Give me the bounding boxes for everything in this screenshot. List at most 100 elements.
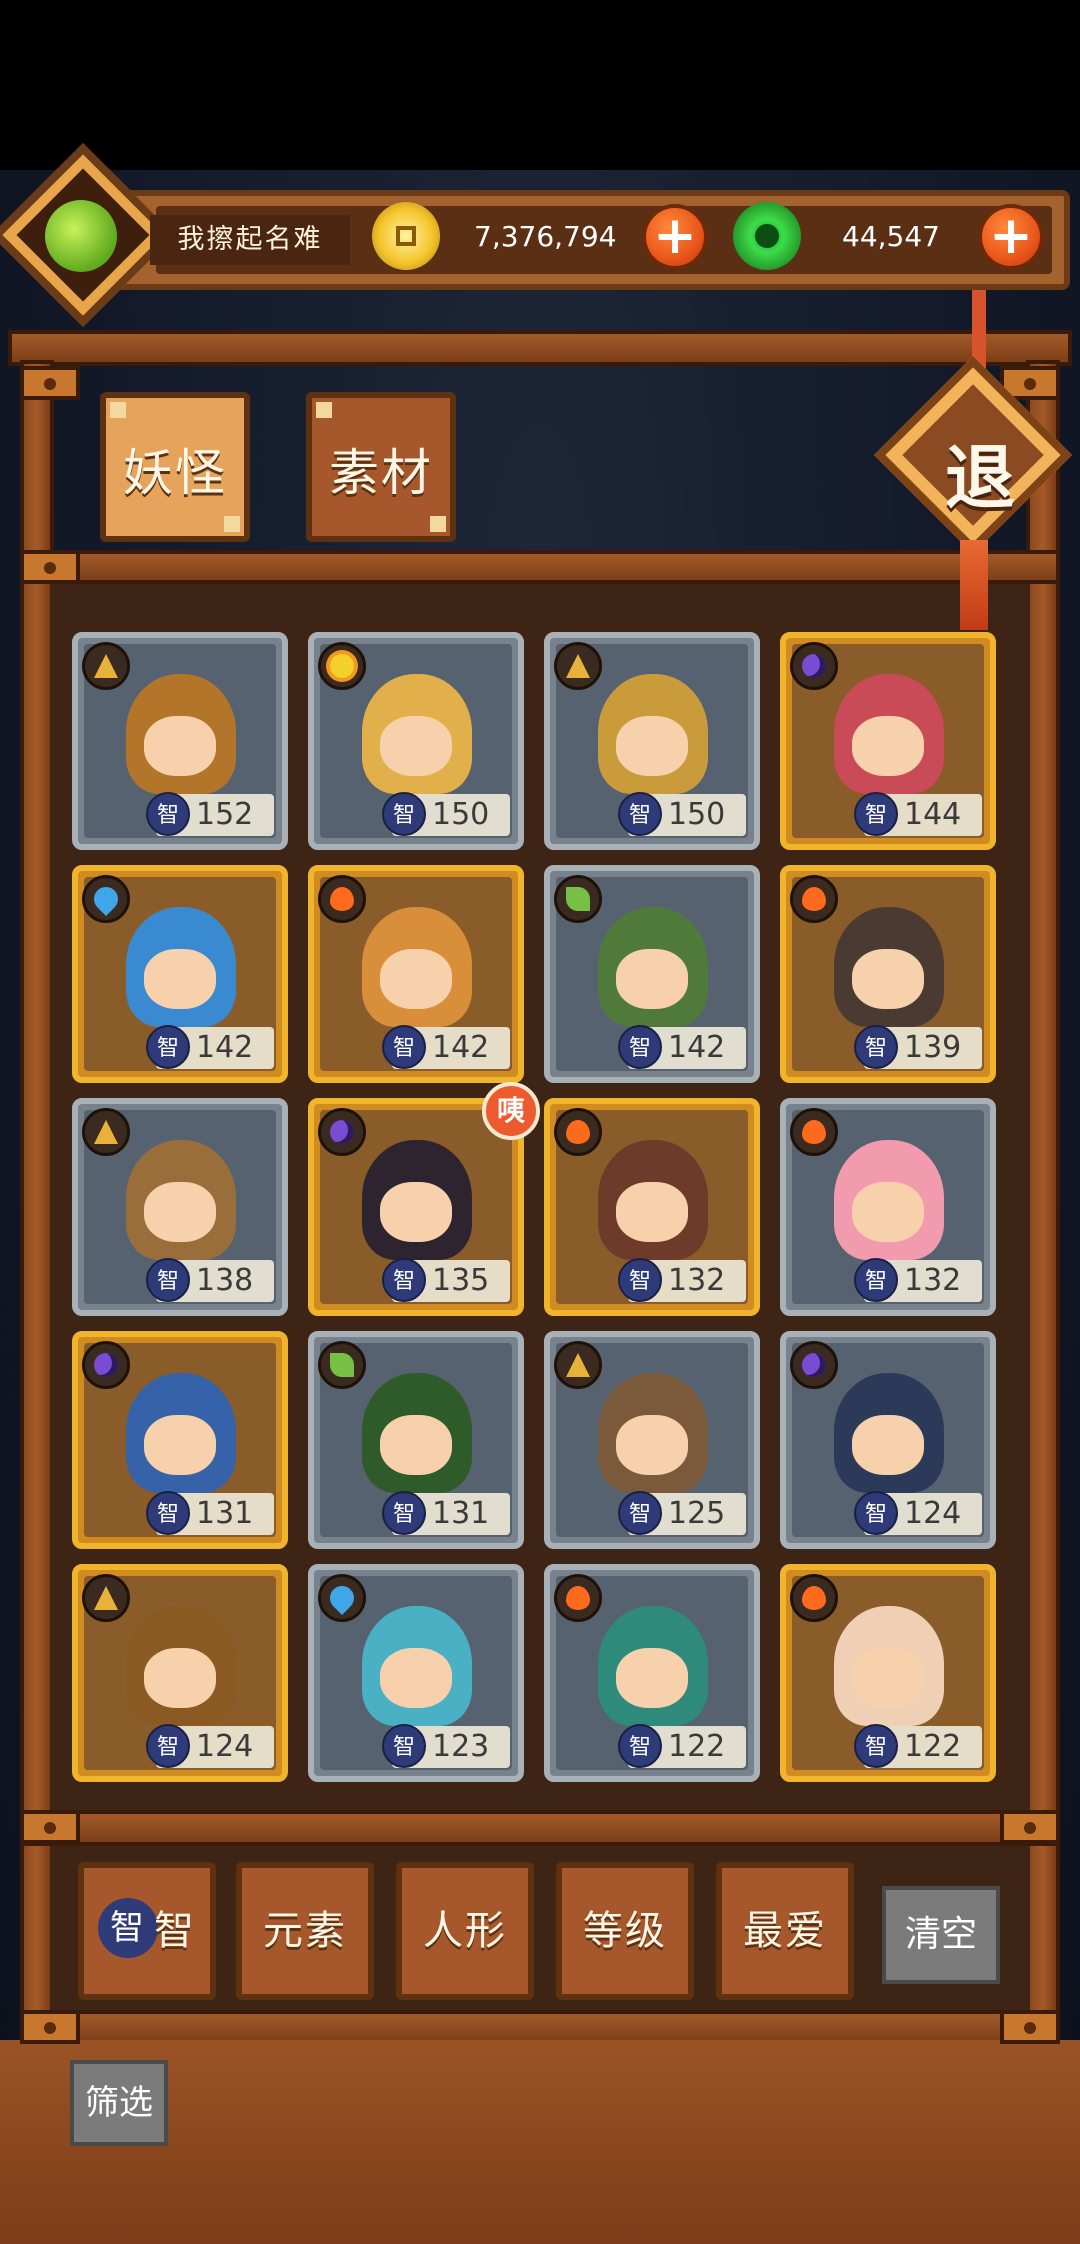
intelligence-value: 139 <box>904 1030 962 1065</box>
intelligence-stat-icon: 智 <box>382 1258 426 1302</box>
jade-currency-icon <box>733 202 801 270</box>
creature-face <box>380 949 452 1009</box>
creature-card[interactable]: 智 144 <box>780 632 996 850</box>
fire-element-icon <box>790 875 838 923</box>
intelligence-value: 150 <box>432 797 490 832</box>
fire-element-icon <box>554 1108 602 1156</box>
intelligence-value: 144 <box>904 797 962 832</box>
creature-face <box>380 716 452 776</box>
creature-card[interactable]: 智 142 <box>308 865 524 1083</box>
intelligence-stat: 智 152 <box>146 792 274 836</box>
filter-intelligence-label: 智 <box>154 1908 196 1954</box>
intelligence-value: 131 <box>432 1496 490 1531</box>
intelligence-stat: 智 124 <box>854 1491 982 1535</box>
jade-amount: 44,547 <box>842 220 940 253</box>
creature-card[interactable]: 智 132 <box>780 1098 996 1316</box>
creature-card[interactable]: 智 124 <box>72 1564 288 1782</box>
fire-element-icon <box>554 1574 602 1622</box>
creature-face <box>616 949 688 1009</box>
creature-face <box>852 716 924 776</box>
bolt-icon <box>20 2010 80 2044</box>
player-avatar-icon[interactable] <box>45 200 117 272</box>
intelligence-value: 150 <box>668 797 726 832</box>
fire-element-icon <box>790 1574 838 1622</box>
intelligence-stat: 智 122 <box>618 1724 746 1768</box>
creature-card[interactable]: 智 131 <box>308 1331 524 1549</box>
intelligence-stat-icon: 智 <box>618 1258 662 1302</box>
frame-top-beam <box>8 330 1072 366</box>
intelligence-value: 138 <box>196 1263 254 1298</box>
bolt-icon <box>20 1810 80 1844</box>
filter-element-button[interactable]: 元素 <box>236 1862 374 2000</box>
tab-materials[interactable]: 素材 <box>306 392 456 542</box>
earth-element-icon <box>82 642 130 690</box>
filter-favorite-button[interactable]: 最爱 <box>716 1862 854 2000</box>
fire-element-icon <box>790 1108 838 1156</box>
sift-button[interactable]: 筛选 <box>70 2060 168 2146</box>
intelligence-stat-icon: 智 <box>382 1491 426 1535</box>
creature-card[interactable]: 智 142 <box>72 865 288 1083</box>
clear-filters-button[interactable]: 清空 <box>882 1886 1000 1984</box>
creature-card[interactable]: 智 124 <box>780 1331 996 1549</box>
creature-card[interactable]: 智 122 <box>544 1564 760 1782</box>
intelligence-stat-icon: 智 <box>618 792 662 836</box>
intelligence-stat-icon: 智 <box>146 1025 190 1069</box>
intelligence-value: 152 <box>196 797 254 832</box>
creature-card[interactable]: 智 142 <box>544 865 760 1083</box>
intelligence-stat: 智 122 <box>854 1724 982 1768</box>
fire-element-icon <box>318 875 366 923</box>
intelligence-stat: 智 131 <box>382 1491 510 1535</box>
creature-card[interactable]: 智 122 <box>780 1564 996 1782</box>
creature-card[interactable]: 智 138 <box>72 1098 288 1316</box>
creature-face <box>380 1415 452 1475</box>
intelligence-stat: 智 124 <box>146 1724 274 1768</box>
filter-humanoid-button[interactable]: 人形 <box>396 1862 534 2000</box>
intelligence-stat: 智 131 <box>146 1491 274 1535</box>
intelligence-stat-icon: 智 <box>146 1258 190 1302</box>
creature-face <box>380 1648 452 1708</box>
creature-face <box>852 949 924 1009</box>
earth-element-icon <box>554 1341 602 1389</box>
intelligence-stat: 智 144 <box>854 792 982 836</box>
intelligence-stat-icon: 智 <box>146 1491 190 1535</box>
intelligence-stat-icon: 智 <box>854 1258 898 1302</box>
water-element-icon <box>318 1574 366 1622</box>
filter-intelligence-button[interactable]: 智 智 <box>78 1862 216 2000</box>
intelligence-value: 124 <box>196 1729 254 1764</box>
tab-monsters[interactable]: 妖怪 <box>100 392 250 542</box>
creature-card[interactable]: 智 125 <box>544 1331 760 1549</box>
intelligence-value: 142 <box>196 1030 254 1065</box>
intelligence-stat: 智 150 <box>618 792 746 836</box>
intelligence-value: 124 <box>904 1496 962 1531</box>
creature-face <box>144 1182 216 1242</box>
add-gold-button[interactable]: + <box>642 204 708 270</box>
intelligence-value: 142 <box>668 1030 726 1065</box>
creature-card[interactable]: 智 123 <box>308 1564 524 1782</box>
creature-card[interactable]: 智 150 <box>544 632 760 850</box>
creature-face <box>852 1415 924 1475</box>
water-element-icon <box>82 875 130 923</box>
creature-card[interactable]: 智 131 <box>72 1331 288 1549</box>
frame-middle-beam <box>20 550 1060 584</box>
creature-face <box>380 1182 452 1242</box>
creature-face <box>616 1182 688 1242</box>
intelligence-stat-icon: 智 <box>146 1724 190 1768</box>
moon-element-icon <box>318 1108 366 1156</box>
creature-face <box>144 949 216 1009</box>
bolt-icon <box>1000 2010 1060 2044</box>
creature-card[interactable]: 智 152 <box>72 632 288 850</box>
exit-button-label[interactable]: 退 <box>915 422 1045 523</box>
filter-level-button[interactable]: 等级 <box>556 1862 694 2000</box>
intelligence-stat: 智 139 <box>854 1025 982 1069</box>
creature-card[interactable]: 智 139 <box>780 865 996 1083</box>
intelligence-stat-icon: 智 <box>382 1724 426 1768</box>
creature-card[interactable]: 智 135 咦 <box>308 1082 540 1316</box>
intelligence-value: 122 <box>668 1729 726 1764</box>
intelligence-value: 122 <box>904 1729 962 1764</box>
add-jade-button[interactable]: + <box>978 204 1044 270</box>
intelligence-value: 131 <box>196 1496 254 1531</box>
intelligence-value: 125 <box>668 1496 726 1531</box>
intelligence-stat: 智 150 <box>382 792 510 836</box>
creature-card[interactable]: 智 132 <box>544 1098 760 1316</box>
creature-card[interactable]: 智 150 <box>308 632 524 850</box>
